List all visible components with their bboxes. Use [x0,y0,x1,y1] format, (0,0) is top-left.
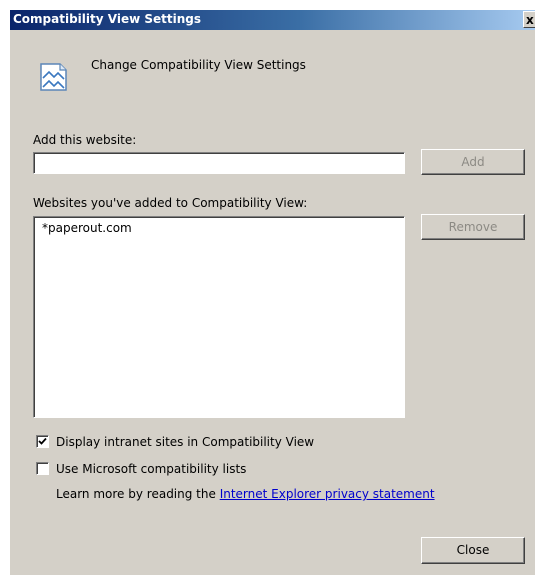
list-item[interactable]: *paperout.com [42,221,132,235]
dialog-header-text: Change Compatibility View Settings [91,58,306,72]
compatibility-view-icon [40,63,67,91]
added-websites-listbox[interactable]: *paperout.com [33,216,405,418]
checkmark-icon [38,437,47,445]
learn-more-prefix: Learn more by reading the [56,487,220,501]
ms-lists-checkbox[interactable] [36,462,49,475]
close-window-button[interactable]: x [523,11,535,28]
compatibility-view-dialog: Compatibility View Settings x Change Com… [10,10,535,575]
add-website-input[interactable] [34,153,404,173]
ms-lists-checkbox-label[interactable]: Use Microsoft compatibility lists [56,462,246,476]
added-websites-label: Websites you've added to Compatibility V… [33,196,308,210]
remove-button[interactable]: Remove [421,214,525,240]
title-bar[interactable]: Compatibility View Settings x [10,10,535,30]
close-icon: x [526,13,534,27]
add-website-field-frame [33,152,405,174]
learn-more-text: Learn more by reading the Internet Explo… [56,487,435,501]
intranet-checkbox-label[interactable]: Display intranet sites in Compatibility … [56,435,314,449]
privacy-statement-link[interactable]: Internet Explorer privacy statement [220,487,435,501]
close-button[interactable]: Close [421,537,525,564]
window-title: Compatibility View Settings [13,12,201,26]
intranet-checkbox[interactable] [36,435,49,448]
add-button[interactable]: Add [421,149,525,175]
add-website-label: Add this website: [33,133,137,147]
